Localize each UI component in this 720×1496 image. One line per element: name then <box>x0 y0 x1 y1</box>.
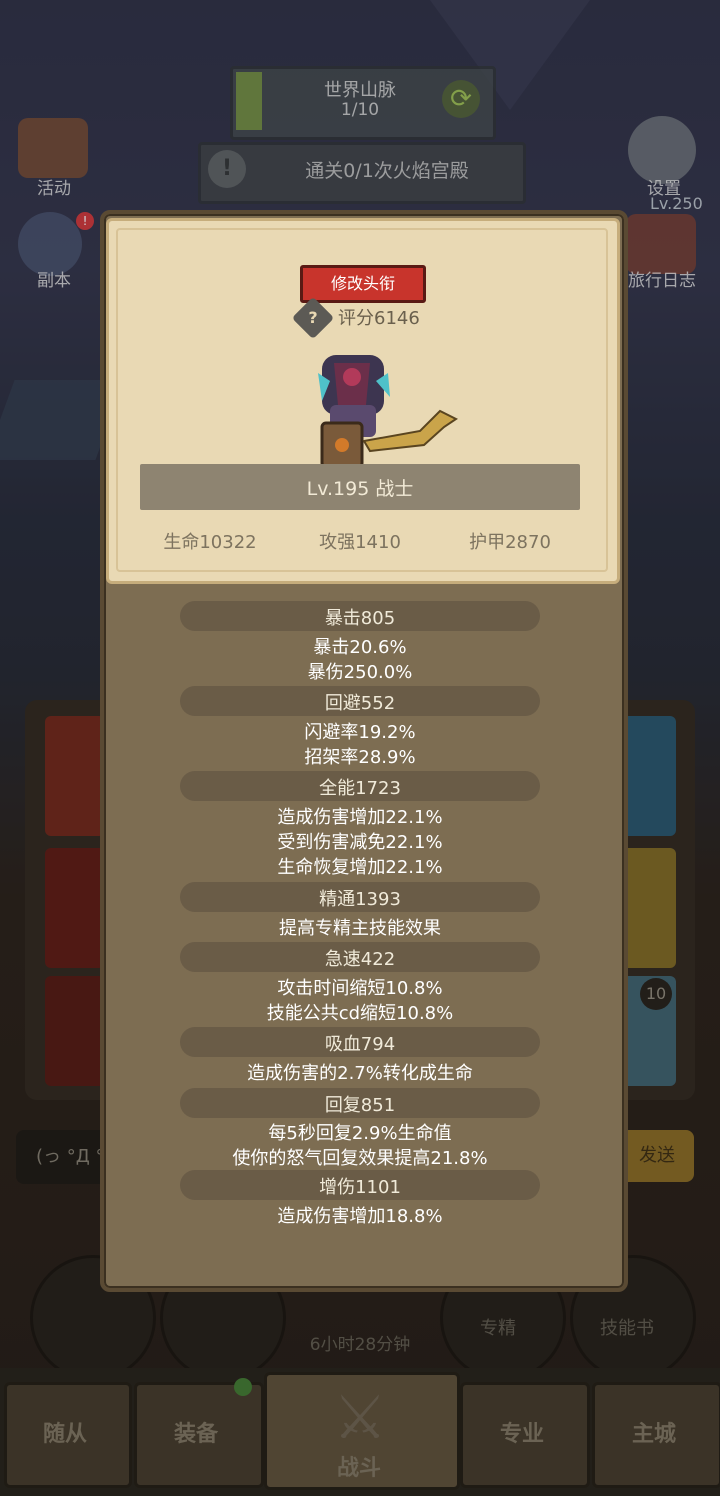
stat-line: 使你的怒气回复效果提高21.8% <box>232 1148 488 1169</box>
level-badge: Lv.250 <box>650 194 703 213</box>
zone-progress: 1/10 <box>340 100 380 120</box>
character-level-class: Lv.195 战士 <box>306 478 414 500</box>
rename-title-button[interactable]: 修改头衔 <box>300 265 426 303</box>
stat-line: 攻击时间缩短10.8% <box>277 978 443 999</box>
stat-line: 受到伤害减免22.1% <box>277 832 443 853</box>
notification-dot: ! <box>76 212 94 230</box>
score-text: 评分6146 <box>338 308 420 329</box>
stat-line: 生命恢复增加22.1% <box>277 857 443 878</box>
activity-icon[interactable] <box>18 118 88 178</box>
alert-icon: ! <box>208 150 246 188</box>
attack-stat: 攻强1410 <box>319 532 401 553</box>
stat-line: 造成伤害增加18.8% <box>277 1206 443 1227</box>
stat-header-text: 回避552 <box>324 693 396 714</box>
help-icon-glyph: ? <box>308 308 318 327</box>
stat-header-text: 暴击805 <box>324 608 396 629</box>
hp-stat: 生命10322 <box>163 532 257 553</box>
zone-progress-bar <box>236 72 262 130</box>
journal-icon[interactable] <box>626 214 696 274</box>
quest-text: 通关0/1次火焰宫殿 <box>305 160 469 182</box>
stat-line: 暴伤250.0% <box>307 662 413 683</box>
stat-line: 每5秒回复2.9%生命值 <box>268 1123 452 1144</box>
stat-line: 闪避率19.2% <box>304 722 416 743</box>
armor-stat: 护甲2870 <box>469 532 551 553</box>
nav-overlay <box>0 1368 720 1496</box>
activity-label: 活动 <box>37 179 71 199</box>
warrior-sprite <box>318 355 458 469</box>
stat-line: 暴击20.6% <box>313 637 407 658</box>
journal-label: 旅行日志 <box>628 271 696 291</box>
stat-header-text: 全能1723 <box>319 778 401 799</box>
stat-line: 造成伤害的2.7%转化成生命 <box>247 1063 473 1084</box>
dungeon-label: 副本 <box>37 271 71 291</box>
stat-header-text: 精通1393 <box>319 889 401 910</box>
stat-header-text: 增伤1101 <box>319 1177 401 1198</box>
stat-line: 技能公共cd缩短10.8% <box>266 1003 454 1024</box>
refresh-icon[interactable]: ⟳ <box>442 80 480 118</box>
stat-header-text: 吸血794 <box>324 1034 396 1055</box>
stat-line: 造成伤害增加22.1% <box>277 807 443 828</box>
stat-header-text: 急速422 <box>324 949 396 970</box>
stat-line: 招架率28.9% <box>304 747 416 768</box>
stat-header-text: 回复851 <box>324 1095 396 1116</box>
stat-line: 提高专精主技能效果 <box>279 918 441 939</box>
zone-name: 世界山脉 <box>324 80 396 101</box>
